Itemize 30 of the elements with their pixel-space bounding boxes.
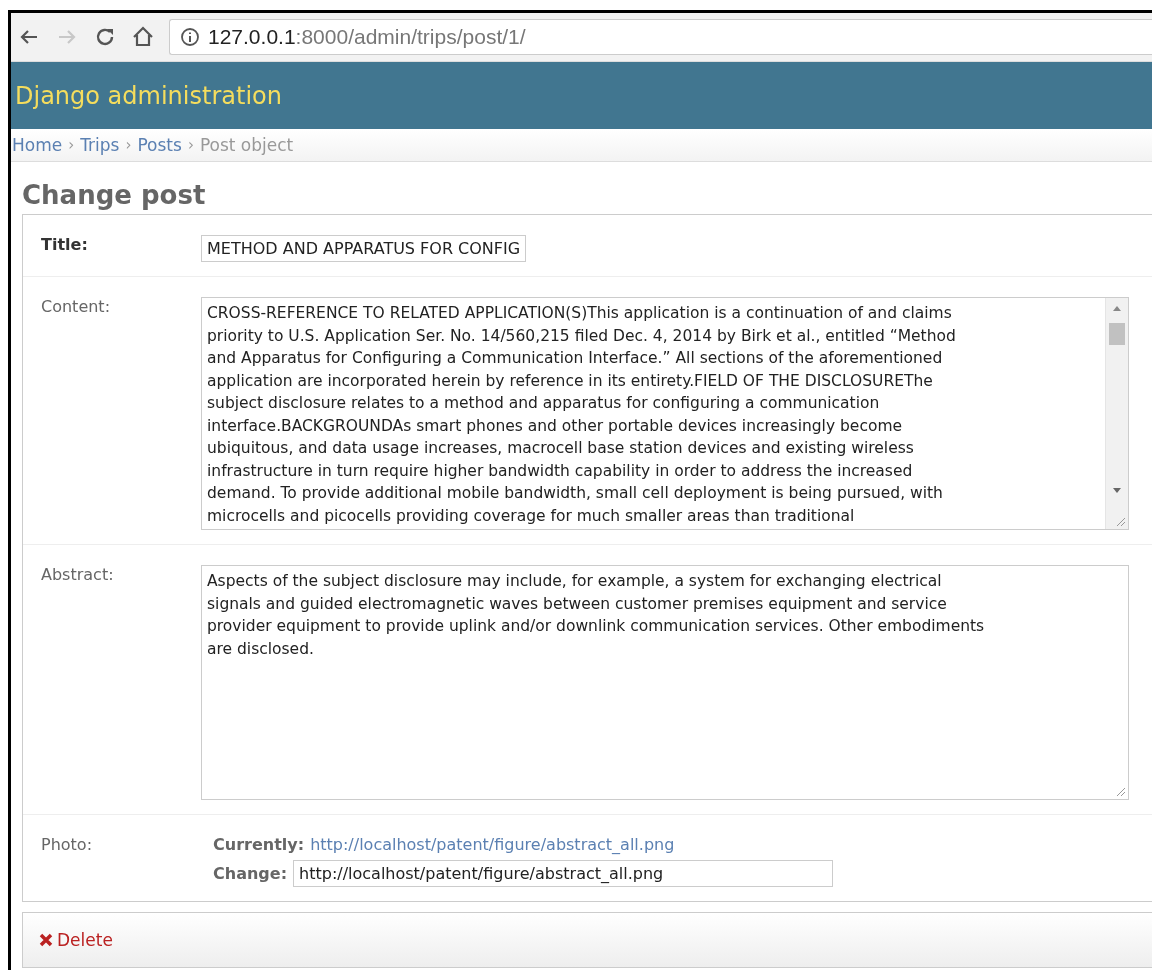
field-label: Title:: [41, 235, 89, 256]
field-label: Photo:: [41, 835, 94, 856]
page-heading: Change post: [22, 180, 207, 210]
breadcrumb-separator: ›: [187, 136, 194, 154]
file-field[interactable]: http://localhost/patent/figure/abstract_all.png: [293, 860, 834, 887]
resize-grip-icon[interactable]: [1114, 785, 1126, 797]
file-link[interactable]: http://localhost/patent/figure/abstract_all.png: [310, 835, 675, 854]
site-title[interactable]: Django administration: [15, 81, 282, 110]
breadcrumb-item[interactable]: Trips: [80, 135, 120, 155]
text-area[interactable]: Aspects of the subject disclosure may include, for example, a system for exchanging electrical signals and guided electromagnetic waves between customer premises equipment and service provider equipment to provide uplink and/or downlink communication services. Other embodiments are disclosed.: [201, 565, 1129, 800]
scrollbar[interactable]: [1105, 298, 1128, 529]
url-host: 127.0.0.1: [208, 25, 296, 48]
breadcrumb-item: Post object: [199, 135, 294, 155]
title-field[interactable]: METHOD AND APPARATUS FOR CONFIG: [201, 235, 527, 262]
text-area[interactable]: CROSS-REFERENCE TO RELATED APPLICATION(S)This application is a continuation of and claims priority to U.S. Application Ser. No. 14/560,215 filed Dec. 4, 2014 by Birk et al., entitled “Method and Apparatus for Configuring a Communication Interface.” All sections of the aforementioned application are incorporated herein by reference in its entirety.FIELD OF THE DISCLOSUREThe subject disclosure relates to a method and apparatus for configuring a communication interface.BACKGROUNDAs smart phones and other portable devices increasingly become ubiquitous, and data usage increases, macrocell base station devices and existing wireless infrastructure in turn require higher bandwidth capability in order to address the increased demand. To provide additional mobile bandwidth, small cell deployment is being pursued, with microcells and picocells providing coverage for much smaller areas than traditional: [201, 297, 1129, 530]
breadcrumb-separator: ›: [125, 136, 132, 154]
breadcrumb-separator: ›: [68, 136, 75, 154]
cross-icon: [39, 933, 53, 947]
field-label: Abstract:: [41, 565, 115, 586]
url-path: :8000/admin/trips/post/1/: [295, 25, 526, 48]
delete-link[interactable]: Delete: [39, 930, 113, 950]
home-icon[interactable]: [131, 25, 155, 49]
breadcrumb-item[interactable]: Home: [12, 135, 63, 155]
field-label: Content:: [41, 297, 112, 318]
info-icon[interactable]: [180, 27, 200, 47]
currently-label: Currently:: [213, 835, 305, 854]
change-label: Change:: [213, 864, 288, 883]
address-bar[interactable]: 127.0.0.1:8000/admin/trips/post/1/: [169, 19, 1152, 55]
breadcrumb-item[interactable]: Posts: [137, 135, 182, 155]
resize-grip-icon[interactable]: [1114, 515, 1126, 527]
